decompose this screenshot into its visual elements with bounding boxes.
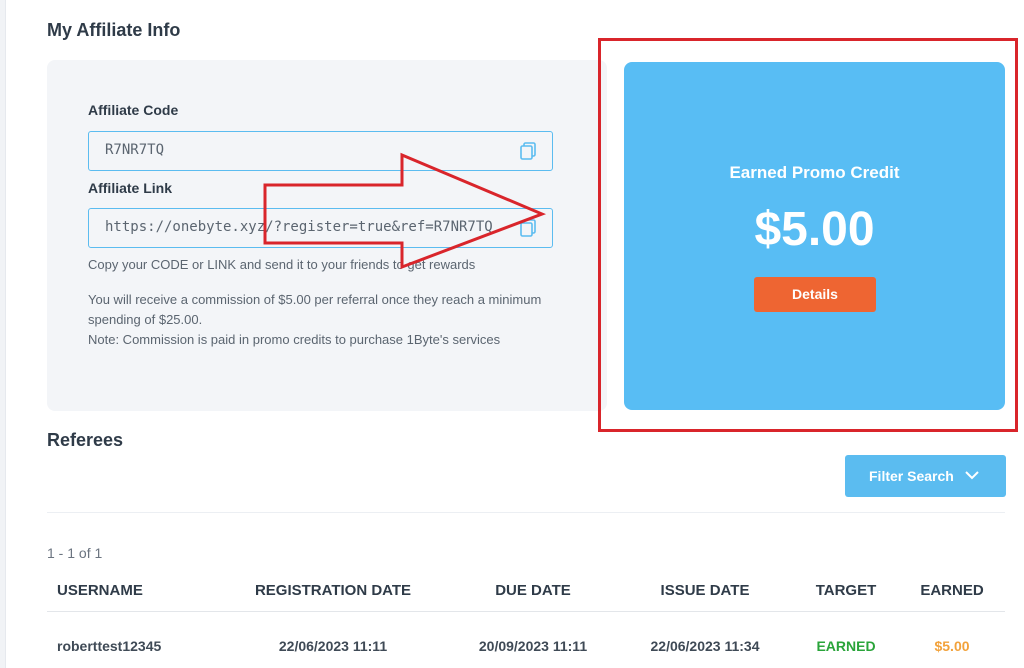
filter-search-button[interactable]: Filter Search	[845, 455, 1006, 497]
cell-earned-amount: $5.00	[934, 638, 970, 654]
commission-text: You will receive a commission of $5.00 p…	[88, 292, 542, 327]
cell-registration-date: 22/06/2023 11:11	[278, 638, 388, 654]
highlight-box	[598, 38, 1018, 432]
arrow-annotation	[263, 152, 547, 270]
cell-username: roberttest12345	[57, 638, 162, 654]
affiliate-code-value: R7NR7TQ	[105, 142, 165, 158]
referees-table: USERNAME REGISTRATION DATE DUE DATE ISSU…	[47, 572, 1005, 654]
column-header-username: USERNAME	[57, 582, 143, 599]
chevron-down-icon	[965, 471, 979, 480]
column-header-due-date: DUE DATE	[495, 582, 571, 599]
section-title-affiliate: My Affiliate Info	[47, 20, 181, 40]
table-header: USERNAME REGISTRATION DATE DUE DATE ISSU…	[47, 572, 1005, 612]
cell-due-date: 20/09/2023 11:11	[478, 638, 588, 654]
section-title-referees: Referees	[47, 430, 124, 450]
left-rail	[0, 0, 6, 668]
column-header-target: TARGET	[815, 582, 877, 599]
commission-note: Note: Commission is paid in promo credit…	[88, 332, 501, 347]
column-header-registration-date: REGISTRATION DATE	[254, 582, 412, 599]
column-header-earned: EARNED	[920, 582, 984, 599]
cell-issue-date: 22/06/2023 11:34	[650, 638, 760, 654]
cell-target-status: EARNED	[816, 638, 876, 654]
filter-search-label: Filter Search	[869, 468, 954, 484]
table-row: roberttest12345 22/06/2023 11:11 20/09/2…	[47, 612, 1005, 654]
column-header-issue-date: ISSUE DATE	[660, 582, 750, 599]
divider	[47, 512, 1005, 513]
affiliate-code-label: Affiliate Code	[88, 102, 179, 118]
affiliate-link-label: Affiliate Link	[88, 180, 173, 196]
pagination-summary: 1 - 1 of 1	[47, 545, 103, 561]
